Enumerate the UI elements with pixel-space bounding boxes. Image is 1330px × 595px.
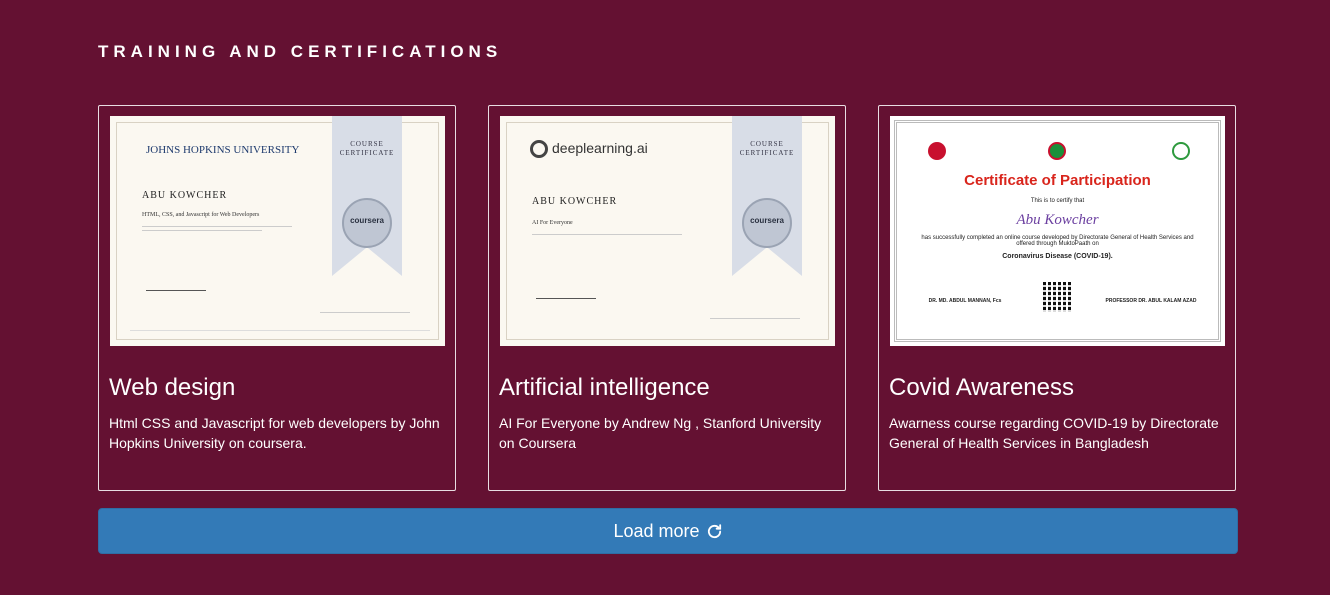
card-title: Web design bbox=[109, 374, 236, 401]
certificate-badge: COURSE CERTIFICATE bbox=[339, 140, 395, 157]
qr-code-icon bbox=[1040, 279, 1076, 315]
signature-line bbox=[146, 278, 206, 291]
a2i-logo-icon bbox=[1172, 142, 1190, 160]
certificate-image-web-design[interactable]: JOHNS HOPKINS UNIVERSITY COURSE CERTIFIC… bbox=[110, 116, 445, 346]
certificate-image-ai[interactable]: deeplearning.ai COURSE CERTIFICATE cours… bbox=[500, 116, 835, 346]
signer-right: PROFESSOR DR. ABUL KALAM AZAD bbox=[1105, 298, 1197, 304]
certificate-text-line bbox=[130, 330, 430, 331]
certificate-recipient: ABU KOWCHER bbox=[532, 196, 618, 207]
section-title: TRAINING AND CERTIFICATIONS bbox=[98, 42, 503, 61]
certificate-text-line bbox=[710, 318, 800, 319]
card-title: Artificial intelligence bbox=[499, 374, 710, 401]
deeplearning-logo-icon bbox=[530, 140, 548, 159]
signer-left: DR. MD. ABDUL MANNAN, Fcs bbox=[928, 298, 1002, 304]
certificate-course: HTML, CSS, and Javascript for Web Develo… bbox=[142, 212, 260, 218]
card-description: AI For Everyone by Andrew Ng , Stanford … bbox=[499, 415, 822, 451]
card-description: Html CSS and Javascript for web develope… bbox=[109, 415, 440, 451]
certificate-text-line bbox=[142, 230, 262, 231]
dghs-emblem-icon bbox=[928, 142, 946, 160]
certificate-card-web-design[interactable]: JOHNS HOPKINS UNIVERSITY COURSE CERTIFIC… bbox=[98, 105, 456, 491]
certificate-recipient: ABU KOWCHER bbox=[142, 190, 228, 201]
card-title: Covid Awareness bbox=[889, 374, 1074, 401]
certificate-brand: deeplearning.ai bbox=[530, 140, 648, 159]
certificate-text-line bbox=[532, 234, 682, 235]
certificate-body: has successfully completed an online cou… bbox=[921, 235, 1194, 247]
certificate-badge: COURSE CERTIFICATE bbox=[739, 140, 795, 157]
certificate-course: Coronavirus Disease (COVID-19). bbox=[1002, 253, 1113, 260]
certificate-text-line bbox=[142, 226, 292, 227]
certificate-recipient: Abu Kowcher bbox=[1016, 212, 1099, 228]
certificate-course: AI For Everyone bbox=[532, 220, 573, 226]
certificate-card-covid-awareness[interactable]: Certificate of Participation This is to … bbox=[878, 105, 1236, 491]
certificate-image-covid[interactable]: Certificate of Participation This is to … bbox=[890, 116, 1225, 346]
certificate-certify-line: This is to certify that bbox=[1030, 198, 1085, 204]
bangladesh-emblem-icon bbox=[1048, 142, 1066, 160]
certificate-heading: Certificate of Participation bbox=[964, 172, 1151, 189]
load-more-button[interactable]: Load more bbox=[98, 508, 1238, 554]
certificate-text-line bbox=[320, 312, 410, 313]
card-description: Awarness course regarding COVID-19 by Di… bbox=[889, 415, 1219, 451]
certificate-brand-label: deeplearning.ai bbox=[552, 140, 648, 156]
certificate-brand: JOHNS HOPKINS UNIVERSITY bbox=[146, 144, 300, 156]
load-more-label: Load more bbox=[613, 520, 700, 541]
certificate-seal-label: coursera bbox=[350, 216, 384, 225]
certifications-grid: JOHNS HOPKINS UNIVERSITY COURSE CERTIFIC… bbox=[98, 105, 1238, 493]
signature-line bbox=[536, 286, 596, 299]
certificate-card-artificial-intelligence[interactable]: deeplearning.ai COURSE CERTIFICATE cours… bbox=[488, 105, 846, 491]
certificate-seal-label: coursera bbox=[750, 216, 784, 225]
refresh-icon bbox=[707, 523, 721, 538]
